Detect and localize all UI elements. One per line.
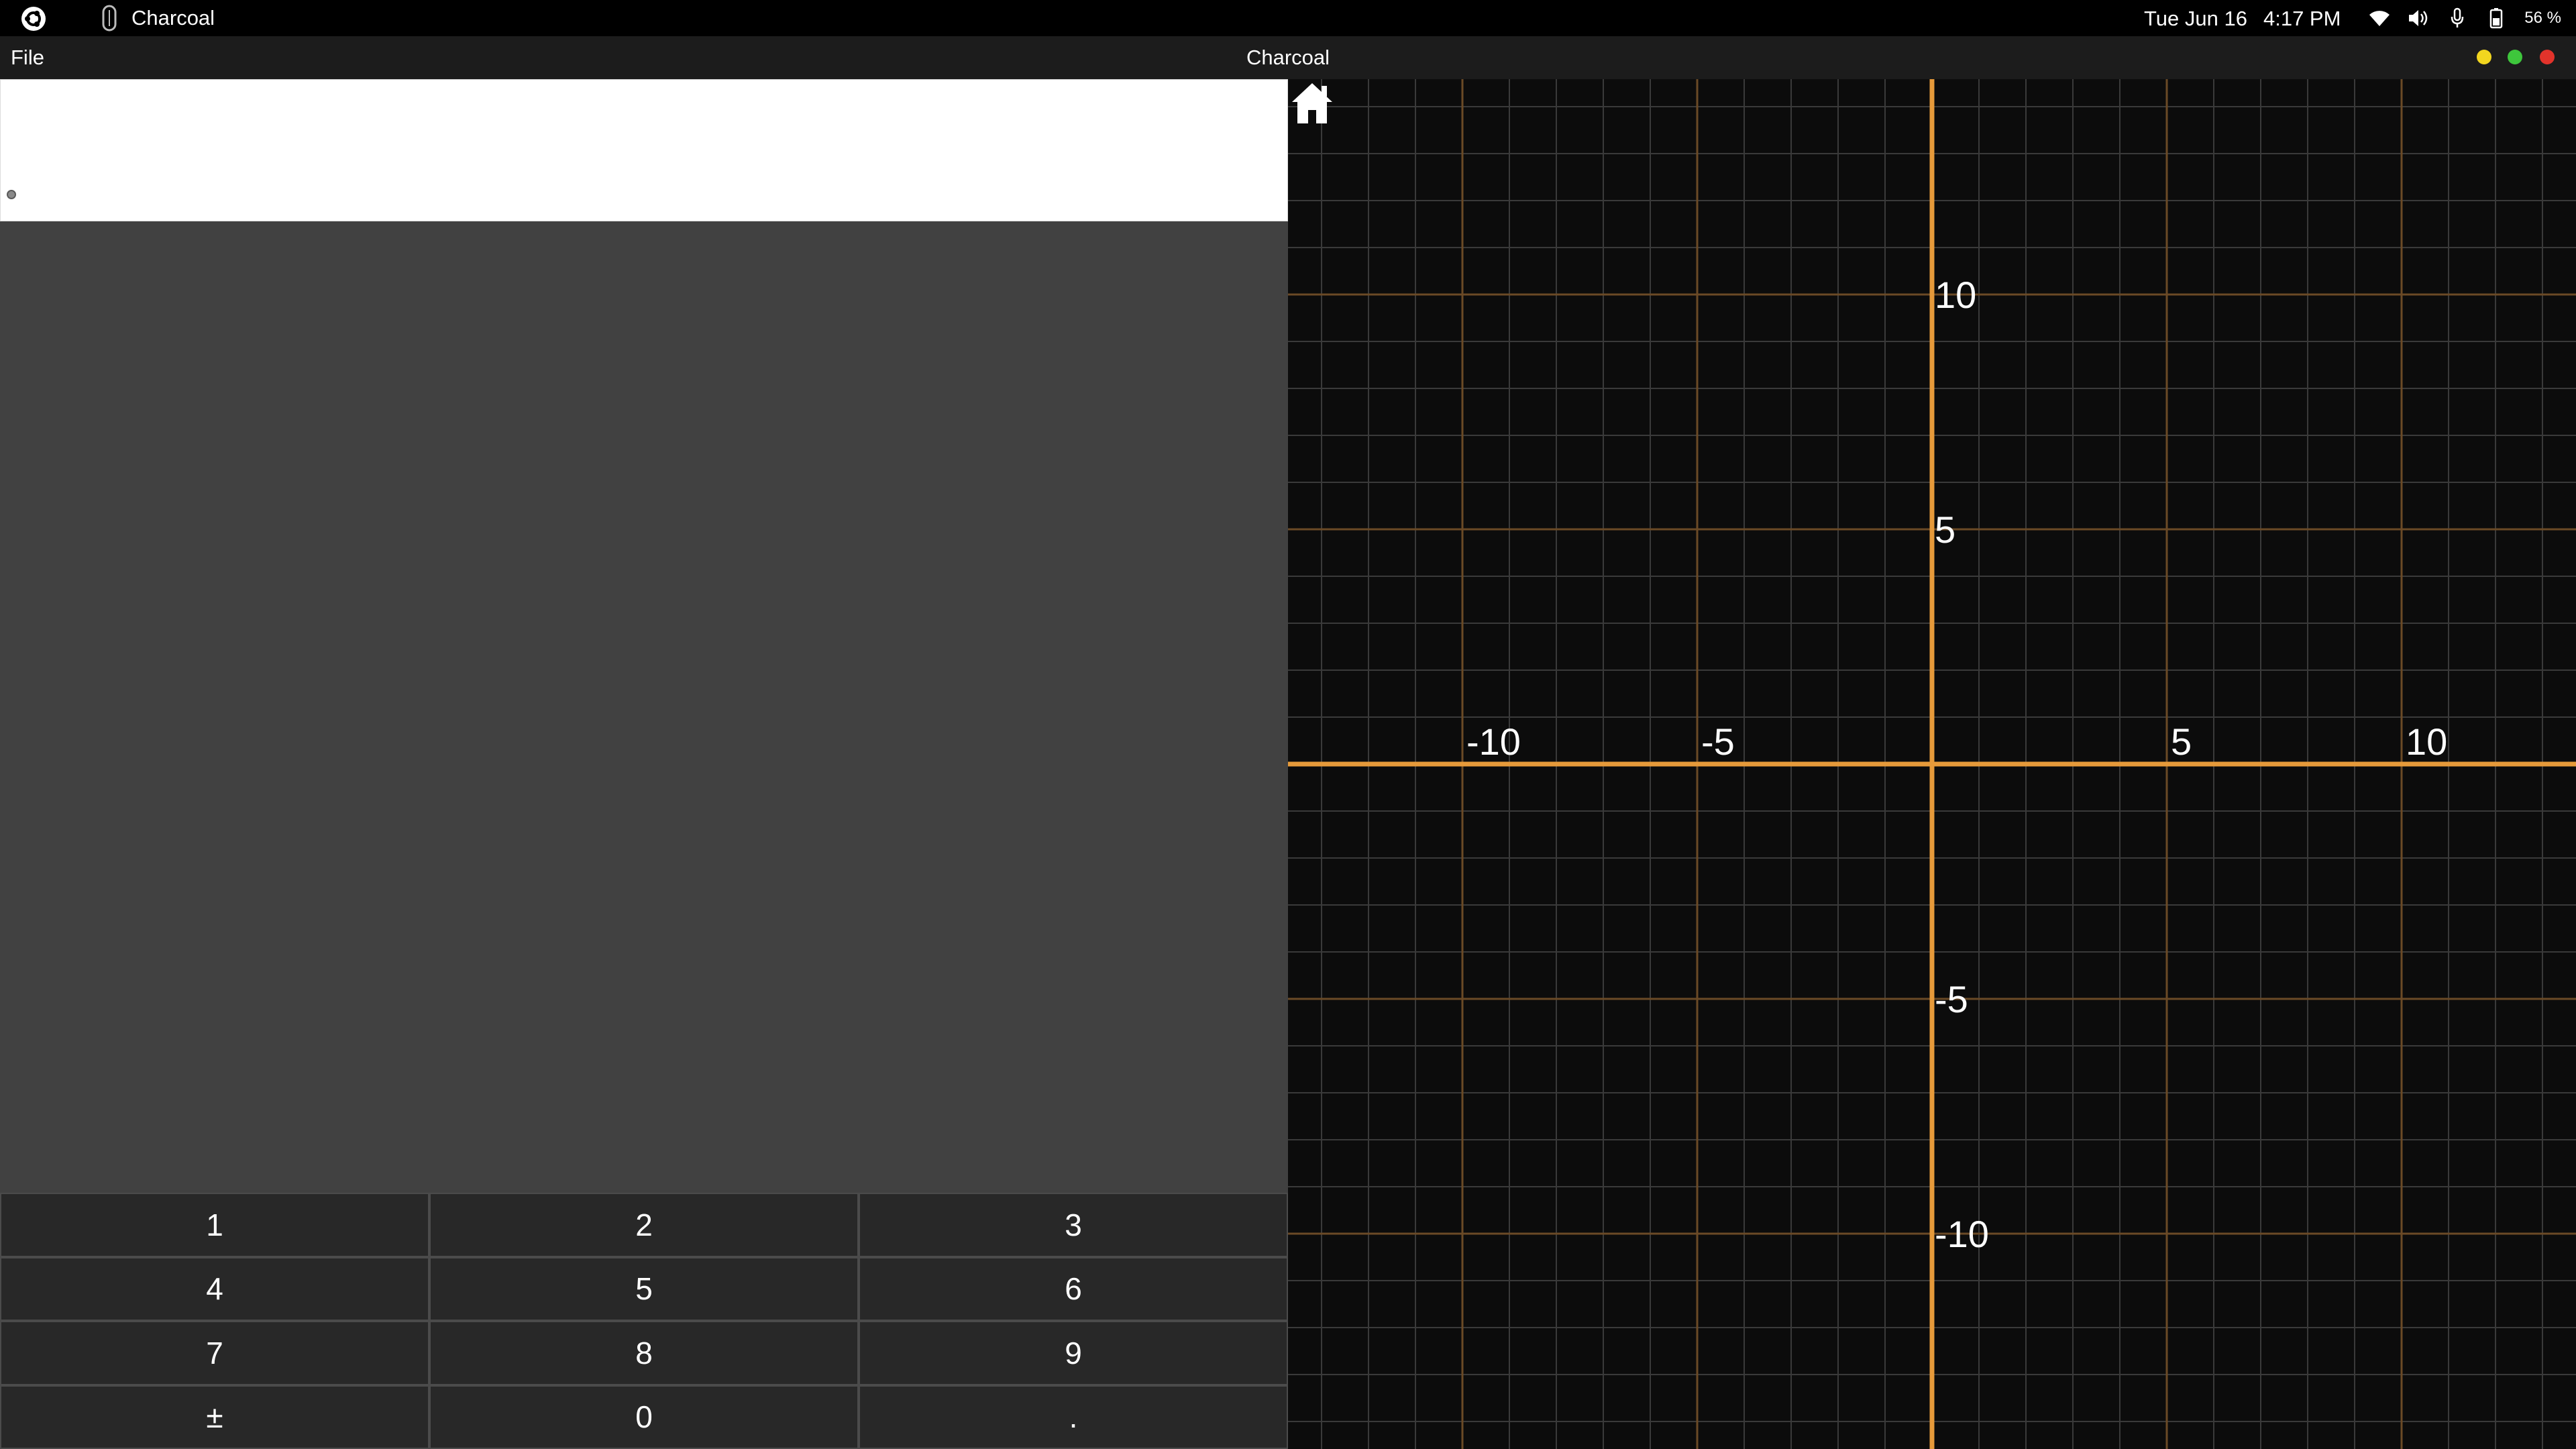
x-tick-label: 5 [2171,720,2192,763]
key-0[interactable]: 1 [1,1194,428,1256]
key-8[interactable]: 9 [860,1322,1287,1384]
battery-icon[interactable] [2483,5,2510,32]
key-10[interactable]: 0 [431,1386,857,1448]
y-tick-label: 5 [1935,508,1955,551]
y-tick-label: -5 [1935,978,1968,1020]
active-app-indicator[interactable]: Charcoal [101,5,215,32]
active-app-name: Charcoal [131,6,215,30]
expression-bullet-icon [7,190,16,199]
close-button[interactable] [2540,50,2555,64]
expression-input[interactable] [0,79,1288,221]
graph-canvas[interactable]: -10 -5 5 10 10 5 -5 -10 [1288,79,2576,1449]
ubuntu-logo-icon[interactable] [20,5,47,32]
file-menu[interactable]: File [11,46,44,70]
app-icon [102,5,117,32]
system-top-bar: Charcoal Tue Jun 16 4:17 PM 56 % [0,0,2576,36]
key-11[interactable]: . [860,1386,1287,1448]
system-tray: 56 % [2366,5,2561,32]
window-title: Charcoal [1246,46,1330,69]
graph-plot[interactable]: -10 -5 5 10 10 5 -5 -10 [1288,79,2576,1449]
key-1[interactable]: 2 [431,1194,857,1256]
x-tick-label: -5 [1701,720,1735,763]
key-6[interactable]: 7 [1,1322,428,1384]
maximize-button[interactable] [2508,50,2522,64]
x-tick-label: -10 [1466,720,1521,763]
clock-date: Tue Jun 16 [2144,7,2247,30]
minimize-button[interactable] [2477,50,2491,64]
battery-percentage: 56 % [2524,9,2561,27]
home-icon[interactable] [1288,79,1336,127]
y-tick-label: 10 [1935,274,1976,316]
wifi-icon[interactable] [2366,5,2393,32]
window-title-bar: File Charcoal [0,36,2576,79]
microphone-icon[interactable] [2444,5,2471,32]
key-9[interactable]: ± [1,1386,428,1448]
calculator-pane: 1 2 3 4 5 6 7 8 9 ±0. [0,79,1288,1449]
volume-icon[interactable] [2405,5,2432,32]
key-3[interactable]: 4 [1,1258,428,1320]
x-tick-label: 10 [2406,720,2447,763]
key-4[interactable]: 5 [431,1258,857,1320]
clock-time: 4:17 PM [2263,7,2341,30]
y-tick-label: -10 [1935,1213,1989,1255]
clock[interactable]: Tue Jun 16 4:17 PM [2144,7,2357,31]
key-5[interactable]: 6 [860,1258,1287,1320]
key-7[interactable]: 8 [431,1322,857,1384]
key-2[interactable]: 3 [860,1194,1287,1256]
number-keypad: 1 2 3 4 5 6 7 8 9 ±0. [0,1193,1288,1449]
